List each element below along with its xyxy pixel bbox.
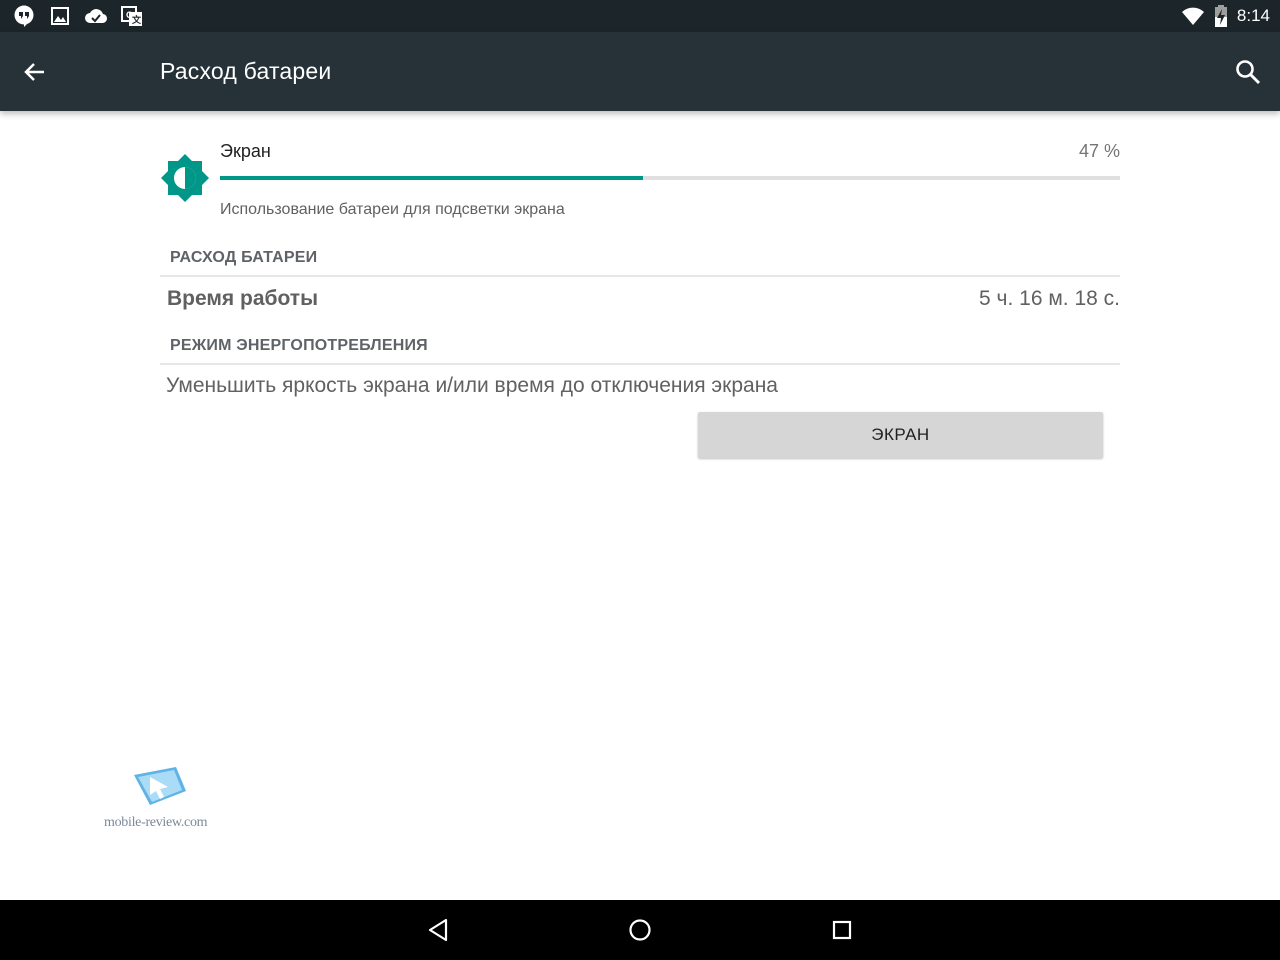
back-nav-icon[interactable] (422, 914, 454, 946)
hangouts-icon (14, 5, 34, 27)
recents-nav-icon[interactable] (826, 914, 858, 946)
notification-icons: G 文 (12, 4, 144, 28)
watermark-text: mobile-review.com (104, 815, 208, 830)
screen-settings-button[interactable]: ЭКРАН (698, 412, 1103, 458)
battery-section-header: РАСХОД БАТАРЕИ (170, 249, 318, 266)
navigation-bar (0, 900, 1280, 960)
home-nav-icon[interactable] (624, 914, 656, 946)
arrow-back-icon[interactable] (20, 57, 50, 87)
page-title: Расход батареи (160, 58, 332, 84)
usage-description: Использование батареи для подсветки экра… (220, 201, 565, 218)
watermark: mobile-review.com (100, 761, 210, 836)
usage-item-name: Экран (220, 141, 271, 161)
usage-progress-bar (220, 176, 1120, 180)
search-icon[interactable] (1232, 56, 1264, 88)
wifi-icon (1181, 7, 1204, 25)
mobile-review-logo (134, 767, 186, 805)
divider (160, 275, 1120, 277)
power-section-header: РЕЖИМ ЭНЕРГОПОТРЕБЛЕНИЯ (170, 337, 428, 354)
svg-text:文: 文 (131, 14, 142, 25)
power-tip-text: Уменьшить яркость экрана и/или время до … (166, 374, 778, 397)
divider (160, 363, 1120, 365)
cloud-check-icon (85, 9, 108, 24)
usage-percent: 47 % (1078, 141, 1120, 161)
translate-icon: G 文 (121, 6, 142, 26)
gallery-icon (51, 7, 69, 25)
runtime-label: Время работы (167, 287, 319, 310)
system-icons: 8:14 (1181, 4, 1270, 28)
brightness-icon (161, 154, 209, 202)
clock: 8:14 (1236, 6, 1270, 25)
app-toolbar: Расход батареи (0, 32, 1280, 111)
usage-progress-fill (220, 176, 643, 180)
status-bar: G 文 8:14 (0, 0, 1280, 32)
battery-charging-icon (1214, 5, 1227, 27)
battery-detail-content: Экран 47 % Использование батареи для под… (0, 111, 1280, 900)
runtime-value: 5 ч. 16 м. 18 с. (979, 287, 1120, 310)
